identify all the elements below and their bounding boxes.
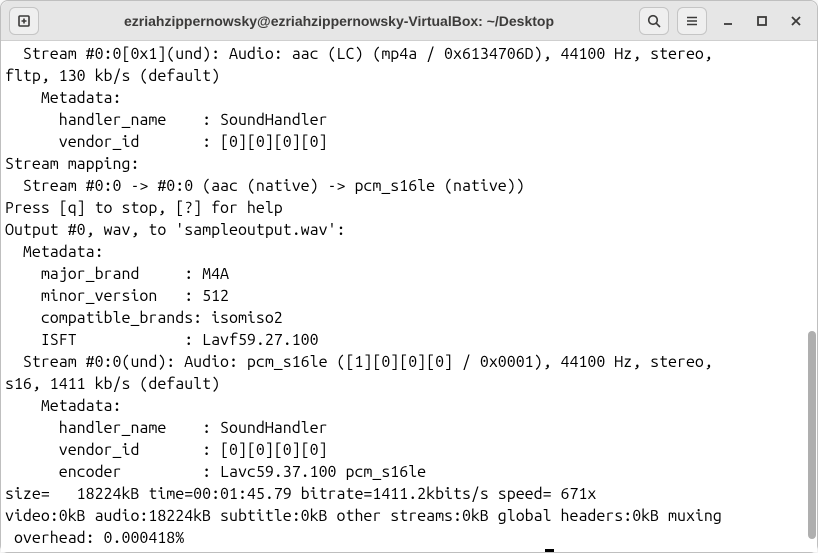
prompt-user-host: ezriahzippernowsky@ezriahzippernowsky-Vi…	[5, 551, 435, 552]
new-tab-icon	[16, 13, 32, 29]
out-line: Metadata:	[5, 89, 121, 107]
maximize-icon	[755, 14, 769, 28]
menu-button[interactable]	[677, 7, 707, 35]
out-line: Stream #0:0(und): Audio: pcm_s16le ([1][…	[5, 353, 713, 371]
out-line: major_brand : M4A	[5, 265, 238, 283]
close-button[interactable]	[783, 8, 809, 34]
out-line: fltp, 130 kb/s (default)	[5, 67, 220, 85]
scrollbar-thumb[interactable]	[808, 331, 816, 539]
out-line: Output #0, wav, to 'sampleoutput.wav':	[5, 221, 345, 239]
header-right	[639, 7, 809, 35]
out-line: Stream #0:0[0x1](und): Audio: aac (LC) (…	[5, 45, 713, 63]
search-button[interactable]	[639, 7, 669, 35]
close-icon	[789, 14, 803, 28]
out-line: handler_name : SoundHandler	[5, 111, 328, 129]
out-line: Metadata:	[5, 397, 121, 415]
terminal-output[interactable]: Stream #0:0[0x1](und): Audio: aac (LC) (…	[1, 41, 807, 552]
terminal-area[interactable]: Stream #0:0[0x1](und): Audio: aac (LC) (…	[1, 41, 817, 552]
out-line: handler_name : SoundHandler	[5, 419, 328, 437]
search-icon	[646, 13, 662, 29]
out-line: compatible_brands: isomiso2	[5, 309, 283, 327]
prompt-path: ~/Desktop	[444, 551, 525, 552]
prompt-separator: :	[435, 551, 444, 552]
window-title: ezriahzippernowsky@ezriahzippernowsky-Vi…	[124, 13, 554, 29]
out-line: Metadata:	[5, 243, 104, 261]
out-line: Press [q] to stop, [?] for help	[5, 199, 283, 217]
terminal-window: ezriahzippernowsky@ezriahzippernowsky-Vi…	[0, 0, 818, 553]
out-line: minor_version : 512	[5, 287, 229, 305]
minimize-button[interactable]	[715, 8, 741, 34]
out-line: vendor_id : [0][0][0][0]	[5, 133, 328, 151]
out-line: video:0kB audio:18224kB subtitle:0kB oth…	[5, 507, 722, 525]
out-line: Stream mapping:	[5, 155, 139, 173]
scrollbar[interactable]	[807, 41, 817, 552]
out-line: s16, 1411 kb/s (default)	[5, 375, 220, 393]
hamburger-icon	[684, 13, 700, 29]
minimize-icon	[721, 14, 735, 28]
out-line: vendor_id : [0][0][0][0]	[5, 441, 328, 459]
out-line: overhead: 0.000418%	[5, 529, 184, 547]
titlebar: ezriahzippernowsky@ezriahzippernowsky-Vi…	[1, 1, 817, 41]
cursor	[545, 549, 554, 552]
out-line: encoder : Lavc59.37.100 pcm_s16le	[5, 463, 426, 481]
out-line: ISFT : Lavf59.27.100	[5, 331, 319, 349]
new-tab-button[interactable]	[9, 7, 39, 35]
out-line: size= 18224kB time=00:01:45.79 bitrate=1…	[5, 485, 632, 503]
maximize-button[interactable]	[749, 8, 775, 34]
prompt-dollar: $	[525, 551, 534, 552]
out-line: Stream #0:0 -> #0:0 (aac (native) -> pcm…	[5, 177, 525, 195]
